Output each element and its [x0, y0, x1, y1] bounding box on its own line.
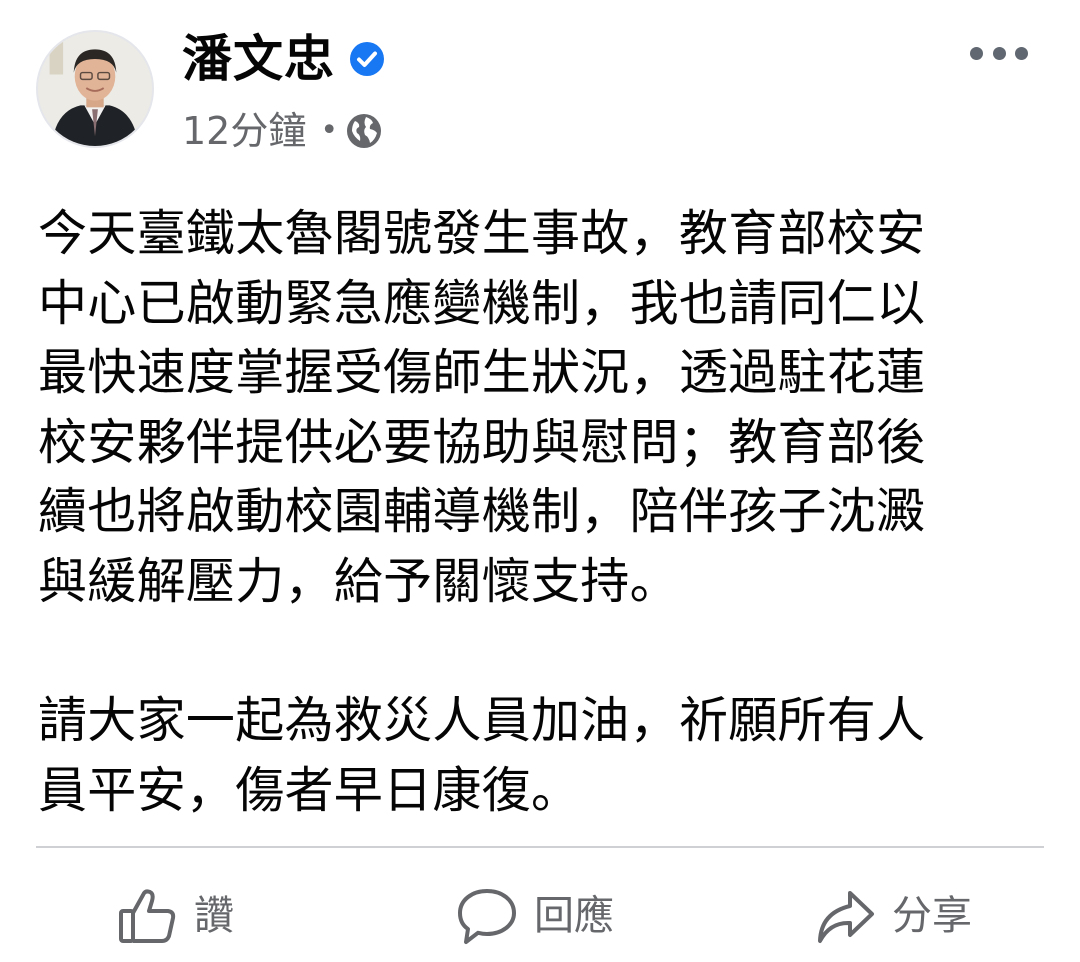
post-timestamp[interactable]: 12分鐘 [182, 104, 306, 158]
verified-badge-icon [350, 42, 384, 76]
comment-bubble-icon [458, 889, 516, 944]
comment-label: 回應 [534, 893, 614, 939]
share-arrow-icon [818, 891, 874, 943]
post-paragraph: 請大家一起為救災人員加油，祈願所有人 員平安，傷者早日康復。 [38, 692, 926, 819]
author-avatar[interactable] [36, 30, 154, 148]
action-divider [36, 846, 1044, 848]
more-options-icon[interactable] [970, 38, 1028, 68]
like-button[interactable]: 讚 [116, 880, 234, 952]
share-button[interactable]: 分享 [814, 880, 972, 952]
author-name[interactable]: 潘文忠 [182, 24, 335, 94]
meta-separator: • [320, 113, 339, 148]
comment-button[interactable]: 回應 [456, 880, 614, 952]
avatar-photo [38, 32, 152, 146]
thumbs-up-icon [119, 889, 176, 943]
post-text: 今天臺鐵太魯閣號發生事故，教育部校安 中心已啟動緊急應變機制，我也請同仁以 最快… [38, 199, 1042, 825]
globe-icon[interactable] [346, 113, 382, 149]
share-label: 分享 [892, 893, 972, 939]
like-label: 讚 [194, 893, 234, 939]
post-paragraph: 今天臺鐵太魯閣號發生事故，教育部校安 中心已啟動緊急應變機制，我也請同仁以 最快… [38, 205, 926, 610]
